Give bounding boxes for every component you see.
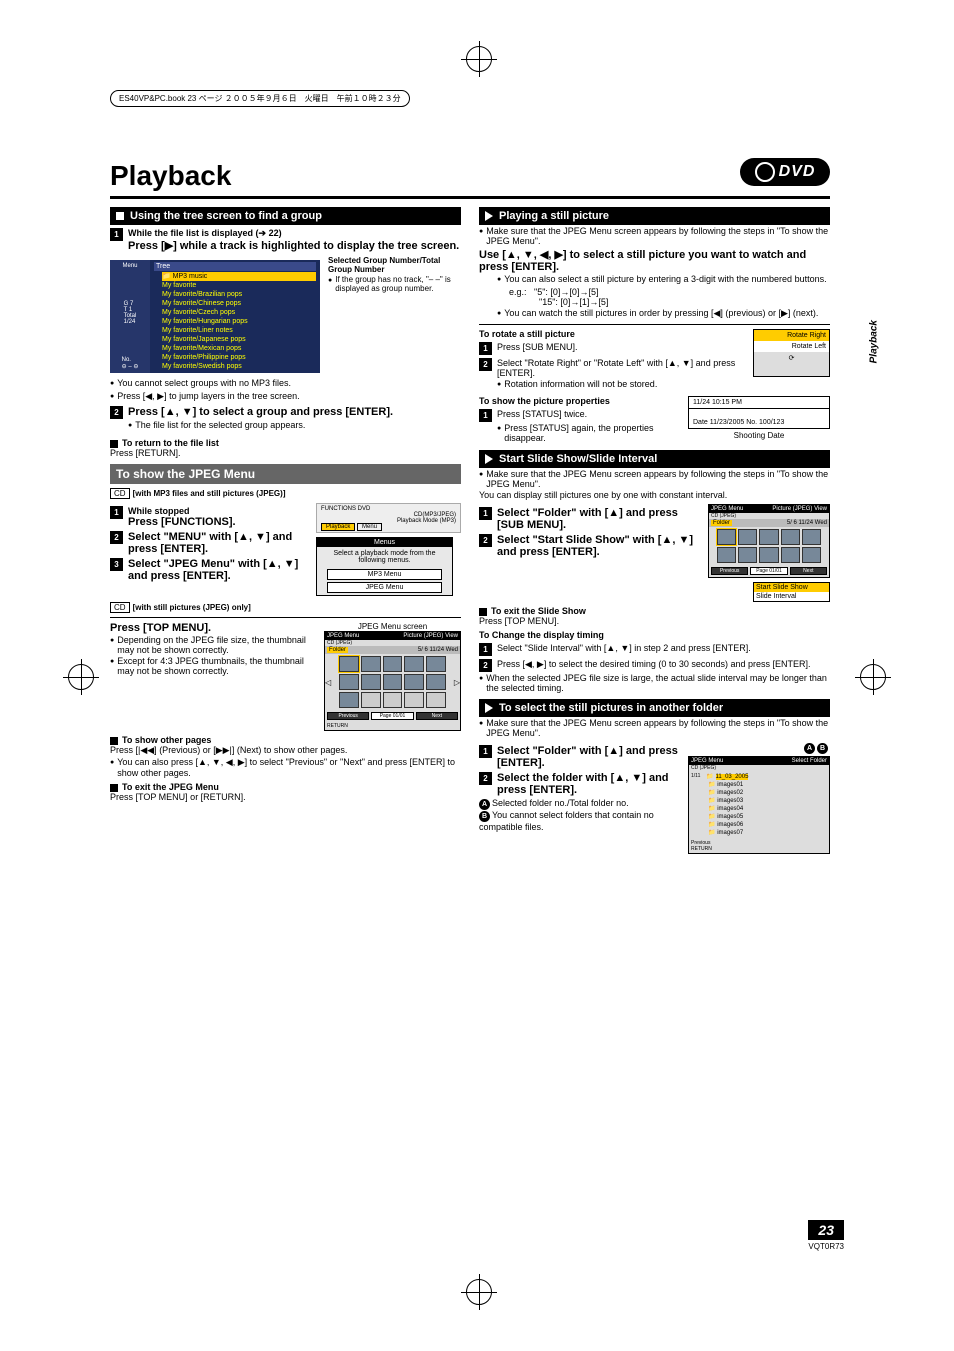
dvd-badge: DVD xyxy=(740,158,830,186)
use-note-1: You can also select a still picture by e… xyxy=(504,274,830,286)
exit-jpeg-text: Press [TOP MENU] or [RETURN]. xyxy=(110,792,461,802)
folder-intro: Make sure that the JPEG Menu screen appe… xyxy=(486,718,830,738)
jpeg-menu-figure: JPEG MenuPicture (JPEG) View CD (JPEG) F… xyxy=(324,631,461,731)
registration-mark xyxy=(466,46,492,72)
folder-note-b: You cannot select folders that contain n… xyxy=(479,810,654,832)
functions-panel: FUNCTIONS DVD CD(MP3/JPEG) Playback Mode… xyxy=(316,503,461,533)
exit-slide-text: Press [TOP MENU]. xyxy=(479,616,830,626)
rotate-menu-figure: Rotate Right Rotate Left ⟳ xyxy=(753,329,830,377)
page-number: 23 xyxy=(808,1220,844,1240)
folder-note-a: Selected folder no./Total folder no. xyxy=(492,798,629,808)
cd-cond-1: [with MP3 files and still pictures (JPEG… xyxy=(133,489,286,498)
jpeg-note-2: Except for 4:3 JPEG thumbnails, the thum… xyxy=(117,656,316,676)
menus-box: Menus Select a playback mode from the fo… xyxy=(316,537,453,596)
page-footer: 23 VQT0R73 xyxy=(808,1220,844,1251)
properties-note: Press [STATUS] again, the properties dis… xyxy=(504,423,680,443)
press-top-menu: Press [TOP MENU]. xyxy=(110,622,316,634)
step-1: 1 xyxy=(110,228,123,241)
slide-intro: Make sure that the JPEG Menu screen appe… xyxy=(486,469,830,489)
func-step1b: Press [FUNCTIONS]. xyxy=(128,516,236,528)
shooting-date-label: Shooting Date xyxy=(688,431,830,440)
page-title: Playback xyxy=(110,160,830,192)
jpeg-note-1: Depending on the JPEG file size, the thu… xyxy=(117,635,316,655)
change-step1: Select "Slide Interval" with [▲, ▼] in s… xyxy=(497,643,830,656)
step1-body: Press [▶] while a track is highlighted t… xyxy=(128,240,459,252)
playing-intro: Make sure that the JPEG Menu screen appe… xyxy=(486,226,830,246)
use-arrows: Use [▲, ▼, ◀, ▶] to select a still pictu… xyxy=(479,248,830,273)
properties-heading: To show the picture properties xyxy=(479,396,680,406)
step-2: 2 xyxy=(110,406,123,419)
eg-1: "5": [0]→[0]→[5] xyxy=(534,287,598,297)
side-tab: Playback xyxy=(868,320,879,363)
registration-mark xyxy=(860,664,886,690)
heading-jpeg-menu: To show the JPEG Menu xyxy=(110,464,461,484)
eg-2: "15": [0]→[1]→[5] xyxy=(539,297,830,307)
return-heading: To return to the file list xyxy=(122,438,219,448)
jpeg-menu-caption: JPEG Menu screen xyxy=(324,622,461,631)
title-rule xyxy=(110,196,830,199)
note-jump-layers: Press [◀, ▶] to jump layers in the tree … xyxy=(117,391,461,403)
other-pages-text1: Press [|◀◀] (Previous) or [▶▶|] (Next) t… xyxy=(110,745,461,756)
tree-screen-figure: Menu G 7T 1Total1/24 No.⊖ – ⊖ Tree 📁 MP3… xyxy=(110,260,320,373)
registration-mark xyxy=(68,664,94,690)
slide-intro2: You can display still pictures one by on… xyxy=(479,490,830,500)
slide-menu-figure: Start Slide Show Slide Interval xyxy=(753,582,830,602)
tree-caption-note: If the group has no track, "– –" is disp… xyxy=(335,275,461,293)
registration-mark xyxy=(466,1279,492,1305)
exit-jpeg-heading: To exit the JPEG Menu xyxy=(122,782,219,792)
properties-step1: Press [STATUS] twice. xyxy=(497,409,680,422)
func-step2: Select "MENU" with [▲, ▼] and press [ENT… xyxy=(128,531,308,555)
rotate-note: Rotation information will not be stored. xyxy=(504,379,745,391)
doc-code: VQT0R73 xyxy=(808,1242,844,1251)
cd-cond-2: [with still pictures (JPEG) only] xyxy=(133,603,251,612)
step2-text: Press [▲, ▼] to select a group and press… xyxy=(128,406,461,419)
print-job-header: ES40VP&PC.book 23 ページ ２００５年９月６日 火曜日 午前１０… xyxy=(110,90,410,107)
other-pages-heading: To show other pages xyxy=(122,735,211,745)
change-note: When the selected JPEG file size is larg… xyxy=(486,673,830,693)
other-pages-text2: You can also press [▲, ▼, ◀, ▶] to selec… xyxy=(117,757,461,778)
func-step3: Select "JPEG Menu" with [▲, ▼] and press… xyxy=(128,558,308,582)
heading-slide-show: Start Slide Show/Slide Interval xyxy=(479,450,830,468)
change-step2: Press [◀, ▶] to select the desired timin… xyxy=(497,659,830,672)
slide-step1: Select "Folder" with [▲] and press [SUB … xyxy=(497,507,700,531)
step2-note: The file list for the selected group app… xyxy=(135,420,461,432)
use-note-2: You can watch the still pictures in orde… xyxy=(504,308,830,320)
slide-step2: Select "Start Slide Show" with [▲, ▼] an… xyxy=(497,534,700,558)
rotate-step2: Select "Rotate Right" or "Rotate Left" w… xyxy=(497,358,745,378)
heading-playing-still: Playing a still picture xyxy=(479,207,830,225)
func-step1a: While stopped xyxy=(128,506,190,516)
cd-tag: CD xyxy=(110,488,130,499)
folder-step1: Select "Folder" with [▲] and press [ENTE… xyxy=(497,745,680,769)
status-figure: 11/24 10:15 PM Date 11/23/2005 No. 100/1… xyxy=(688,396,830,429)
jpeg-menu-figure-2: JPEG MenuPicture (JPEG) View CD (JPEG) F… xyxy=(708,504,830,578)
exit-slide-heading: To exit the Slide Show xyxy=(491,606,586,616)
heading-tree-screen: Using the tree screen to find a group xyxy=(110,207,461,225)
tree-caption-title: Selected Group Number/Total Group Number xyxy=(328,256,461,274)
eg-label: e.g.: xyxy=(509,287,527,297)
step1-lead: While the file list is displayed (➔ 22) xyxy=(128,228,282,238)
rotate-step1: Press [SUB MENU]. xyxy=(497,342,745,355)
folder-step2: Select the folder with [▲, ▼] and press … xyxy=(497,772,680,796)
change-timing-heading: To Change the display timing xyxy=(479,630,830,640)
heading-another-folder: To select the still pictures in another … xyxy=(479,699,830,717)
select-folder-figure: JPEG MenuSelect Folder CD (JPEG) 1/11 📁 … xyxy=(688,756,830,854)
note-no-mp3: You cannot select groups with no MP3 fil… xyxy=(117,378,461,390)
rotate-heading: To rotate a still picture xyxy=(479,329,745,339)
return-text: Press [RETURN]. xyxy=(110,448,461,458)
